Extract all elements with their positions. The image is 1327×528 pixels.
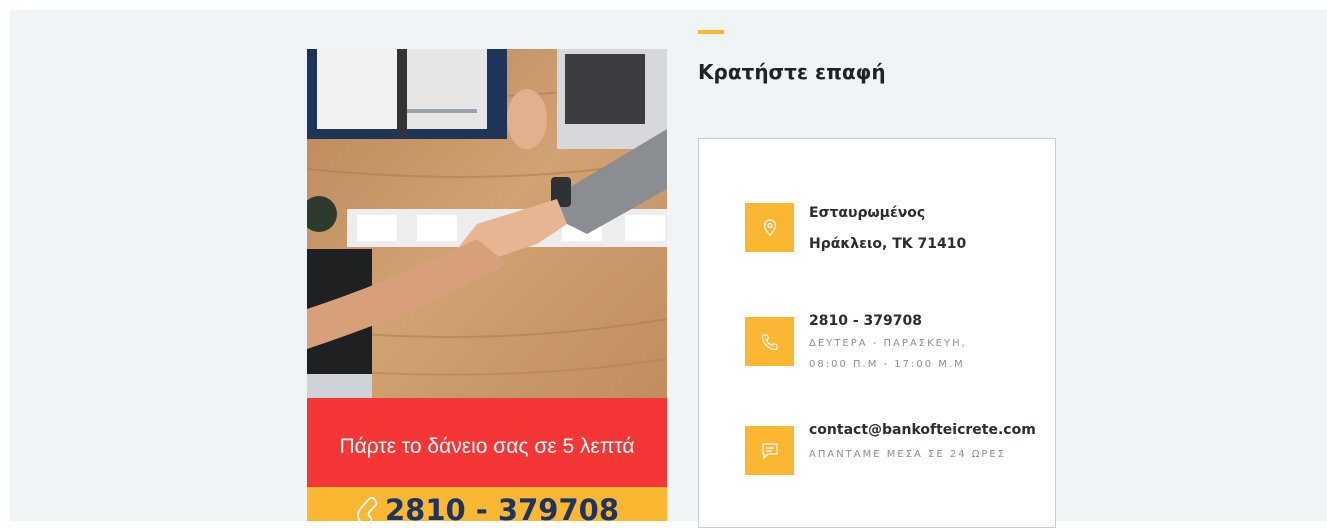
phone-hours-time: 08:00 Π.Μ - 17:00 Μ.Μ (809, 359, 965, 370)
promo-phone-text: 2810 - 379708 (384, 493, 619, 521)
phone-hours-days: ΔΕΥΤΕΡΑ - ΠΑΡΑΣΚΕΥΗ, (809, 338, 967, 349)
address-line-2: Ηράκλειο, ΤΚ 71410 (809, 236, 967, 252)
phone-number[interactable]: 2810 - 379708 (809, 311, 967, 331)
promo-card[interactable]: Πάρτε το δάνειο σας σε 5 λεπτά 2810 - 37… (307, 49, 667, 521)
chat-icon (745, 426, 794, 475)
section-title: Κρατήστε επαφή (698, 60, 886, 84)
title-accent-bar (698, 30, 724, 34)
email-response-note: ΑΠΑΝΤΑΜΕ ΜΕΣΑ ΣΕ 24 ΩΡΕΣ (809, 449, 1007, 460)
location-pin-icon (745, 203, 794, 252)
promo-phone-number[interactable]: 2810 - 379708 (355, 491, 619, 521)
address-line-1: Εσταυρωμένος (809, 205, 926, 221)
promo-tagline-banner: Πάρτε το δάνειο σας σε 5 λεπτά (307, 398, 667, 487)
phone-icon (745, 317, 794, 366)
promo-phone-banner[interactable]: 2810 - 379708 (307, 487, 667, 521)
handshake-photo (307, 49, 667, 398)
phone-icon (356, 497, 378, 521)
contact-card: Εσταυρωμένος Ηράκλειο, ΤΚ 71410 2810 - 3… (698, 138, 1056, 528)
page-background (10, 10, 1327, 521)
promo-tagline: Πάρτε το δάνειο σας σε 5 λεπτά (339, 434, 635, 458)
email-address[interactable]: contact@bankofteicrete.com (809, 420, 1036, 440)
